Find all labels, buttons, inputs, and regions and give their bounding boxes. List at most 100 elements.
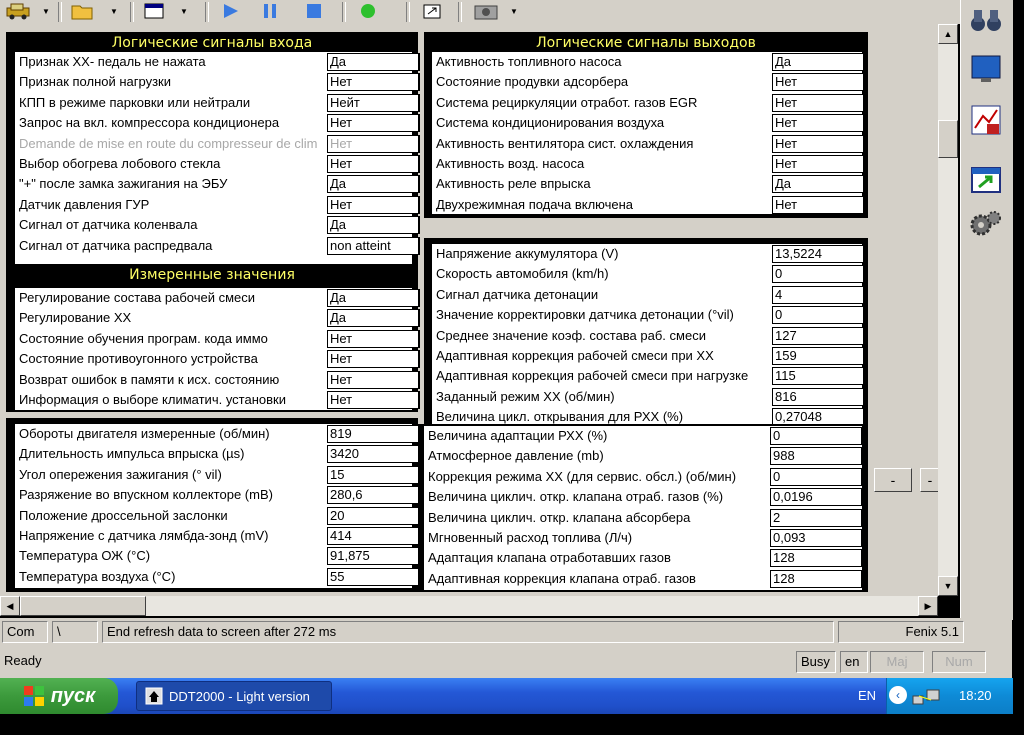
row-label: Возврат ошибок в памяти к исх. состоянию — [19, 371, 280, 387]
window-icon[interactable] — [140, 0, 168, 22]
row-value: 280,6 — [327, 486, 420, 505]
panel-title: Логические сигналы выходов — [536, 35, 756, 51]
row-value: 15 — [327, 465, 420, 484]
row-value: Нет — [327, 73, 420, 92]
language-indicator[interactable]: EN — [858, 688, 876, 703]
data-row: Сигнал от датчика распредвала non atteint — [15, 236, 420, 256]
dropdown-arrow-icon[interactable]: ▼ — [508, 0, 520, 22]
dropdown-arrow-icon[interactable]: ▼ — [178, 0, 190, 22]
data-row: Температура воздуха (°C) 55 — [15, 567, 420, 587]
folder-icon[interactable] — [68, 0, 96, 22]
data-row: Величина адаптации РХХ (%) 0 — [424, 426, 863, 446]
data-row: Состояние продувки адсорбера Нет — [432, 72, 865, 92]
data-row: Система кондиционирования воздуха Нет — [432, 113, 865, 133]
row-label: Состояние продувки адсорбера — [436, 74, 629, 90]
data-row: Выбор обогрева лобового стекла Нет — [15, 154, 420, 174]
row-label: Величина адаптации РХХ (%) — [428, 428, 608, 443]
row-value: 0,093 — [770, 529, 863, 547]
scroll-right-icon[interactable]: ▶ — [918, 596, 938, 616]
window-arrow-icon[interactable] — [966, 160, 1006, 200]
data-row: Значение корректировки датчика детонации… — [432, 305, 865, 325]
row-value: Да — [327, 309, 420, 328]
gears-icon[interactable] — [966, 204, 1006, 244]
data-row: Активность реле впрыска Да — [432, 174, 865, 194]
decrement-button-2[interactable]: - — [920, 468, 939, 492]
row-label: Положение дроссельной заслонки — [19, 507, 228, 523]
row-label: Активность возд. насоса — [436, 156, 585, 171]
dropdown-arrow-icon[interactable]: ▼ — [40, 0, 52, 22]
pause-icon[interactable] — [256, 0, 284, 22]
measured-values-panel: Измеренные значения Регулирование состав… — [6, 264, 420, 412]
car-icon[interactable] — [4, 0, 32, 22]
data-row: Система рециркуляции отработ. газов EGR Н… — [432, 93, 865, 113]
row-label: Адаптация клапана отработавших газов — [428, 550, 671, 566]
scroll-down-icon[interactable]: ▼ — [938, 576, 958, 596]
data-row: Активность возд. насоса Нет — [432, 154, 865, 174]
status-version: Fenix 5.1 — [838, 621, 964, 643]
dropdown-arrow-icon[interactable]: ▼ — [108, 0, 120, 22]
camera-icon[interactable] — [470, 0, 502, 22]
scroll-left-icon[interactable]: ◀ — [0, 596, 20, 616]
row-value: 0 — [770, 427, 863, 445]
chart-save-icon[interactable] — [966, 100, 1006, 140]
vertical-scroll-thumb[interactable] — [938, 120, 958, 158]
data-row: Сигнал от датчика коленвала Да — [15, 215, 420, 235]
row-label: Величина циклич. откр. клапана отраб. га… — [428, 489, 724, 505]
tray-expand-icon[interactable]: ‹ — [889, 686, 907, 704]
row-label: Выбор обогрева лобового стекла — [19, 156, 221, 171]
play-icon[interactable] — [216, 0, 244, 22]
row-label: Признак ХХ- педаль не нажата — [19, 54, 206, 69]
vertical-scrollbar[interactable]: ▲ ▼ — [938, 24, 958, 596]
data-row: Атмосферное давление (mb) 988 — [424, 446, 863, 466]
status-separator: \ — [52, 621, 98, 643]
row-value: Да — [772, 175, 865, 194]
row-value: Нет — [327, 370, 420, 389]
row-label: Разряжение во впускном коллекторе (mB) — [19, 487, 273, 503]
row-value: 4 — [772, 285, 865, 304]
measured-values-list: Регулирование состава рабочей смеси Да Рег… — [15, 288, 420, 410]
start-button[interactable]: пуск — [0, 678, 118, 714]
data-view: Логические сигналы входа Признак ХХ- пед… — [0, 24, 939, 596]
monitor-icon[interactable] — [966, 50, 1006, 90]
data-row: Величина циклич. откр. клапана отраб. га… — [424, 487, 863, 507]
toolbar: ▼ ▼ ▼ ▼ — [0, 0, 960, 24]
row-value: Да — [327, 175, 420, 194]
row-label: Обороты двигателя измеренные (об/мин) — [19, 426, 270, 441]
status-caps: Maj — [870, 651, 924, 673]
taskbar-item-ddt2000[interactable]: DDT2000 - Light version — [136, 681, 332, 711]
row-value: Нет — [327, 391, 420, 409]
row-value: 819 — [327, 425, 420, 443]
status-busy: Busy — [796, 651, 836, 673]
row-value: Нет — [327, 195, 420, 214]
horizontal-scroll-thumb[interactable] — [20, 596, 146, 616]
row-label: Длительность импульса впрыска (µs) — [19, 446, 245, 462]
panel-title: Измеренные значения — [129, 267, 295, 283]
row-label: "+" после замка зажигания на ЭБУ — [19, 176, 228, 192]
horizontal-scrollbar[interactable]: ◀ ▶ — [0, 596, 938, 616]
row-label: Атмосферное давление (mb) — [428, 448, 604, 464]
scroll-up-icon[interactable]: ▲ — [938, 24, 958, 44]
data-row: Информация о выборе климатич. установки Н… — [15, 390, 420, 410]
data-row: Длительность импульса впрыска (µs) 3420 — [15, 444, 420, 464]
export-icon[interactable] — [418, 0, 446, 22]
row-value: Нет — [772, 114, 865, 133]
data-row: Среднее значение коэф. состава раб. смес… — [432, 326, 865, 346]
row-value: 55 — [327, 567, 420, 586]
row-label: Датчик давления ГУР — [19, 196, 150, 212]
row-label: Мгновенный расход топлива (Л/ч) — [428, 530, 633, 545]
data-row: Адаптивная коррекция клапана отраб. газо… — [424, 569, 863, 589]
row-label: Сигнал датчика детонации — [436, 286, 599, 302]
binoculars-icon[interactable] — [966, 0, 1006, 40]
stop-icon[interactable] — [300, 0, 328, 22]
row-value: Да — [772, 53, 865, 71]
row-value: Нет — [772, 195, 865, 214]
row-value: Да — [327, 289, 420, 307]
decrement-button[interactable]: - — [874, 468, 912, 492]
row-value: 0 — [770, 467, 863, 486]
network-icon[interactable] — [911, 686, 941, 709]
data-row: Запрос на вкл. компрессора кондиционера Н… — [15, 113, 420, 133]
row-label: Признак полной нагрузки — [19, 74, 172, 90]
data-row: Сигнал датчика детонации 4 — [432, 285, 865, 305]
row-label: Скорость автомобиля (km/h) — [436, 266, 609, 282]
row-label: Адаптивная коррекция рабочей смеси при н… — [436, 368, 749, 384]
